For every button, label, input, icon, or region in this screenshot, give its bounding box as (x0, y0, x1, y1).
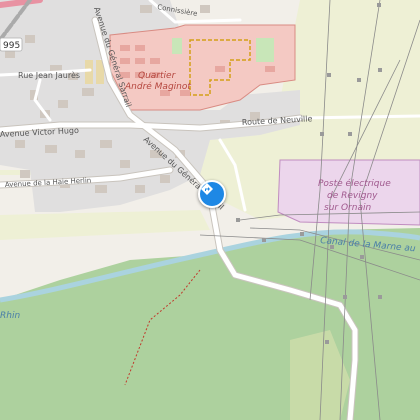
sports-pitch (256, 38, 274, 62)
location-marker[interactable] (198, 180, 226, 208)
place-label-poste: Poste électrique (318, 178, 391, 189)
sports-pitch-small (172, 38, 182, 54)
directions-icon (201, 183, 213, 195)
place-label-revigny: de Revigny (327, 191, 378, 201)
waterway-label-rhin: Rhin (0, 311, 20, 321)
road-number-label: 995 (3, 41, 20, 51)
place-label-maginot: André Maginot (124, 81, 191, 92)
place-label-quartier: Quartier (138, 71, 177, 81)
map-view[interactable]: 995 Rue Jean Jaurès Avenue du Général Sa… (0, 0, 420, 420)
map-canvas: 995 Rue Jean Jaurès Avenue du Général Sa… (0, 0, 420, 420)
place-label-ornain: sur Ornain (324, 203, 371, 213)
street-label-jean-jaures: Rue Jean Jaurès (18, 70, 80, 80)
